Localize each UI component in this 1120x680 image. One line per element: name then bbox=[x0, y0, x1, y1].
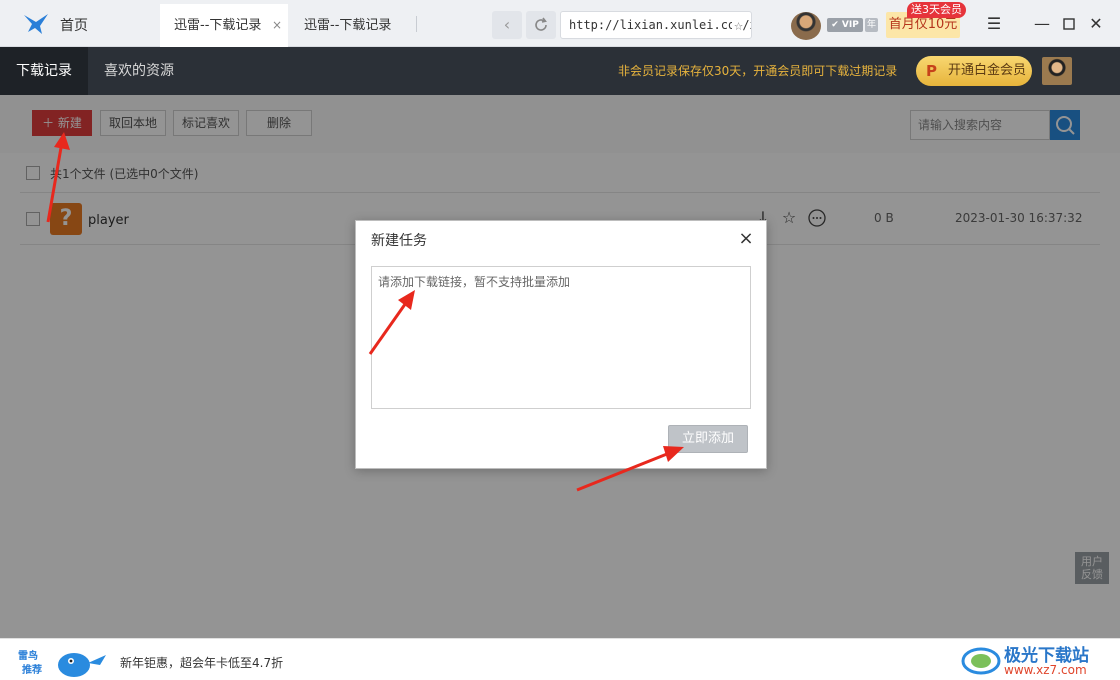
maximize-icon[interactable] bbox=[1057, 12, 1081, 36]
tab-close-icon[interactable]: × bbox=[272, 4, 282, 47]
footer-bar: 雷鸟 推荐 新年钜惠，超会年卡低至4.7折 极光下载站 www.xz7.com bbox=[0, 638, 1120, 680]
open-platinum-vip-button[interactable]: P 开通白金会员 bbox=[916, 56, 1032, 86]
site-watermark: 极光下载站 www.xz7.com bbox=[960, 641, 1110, 679]
member-notice[interactable]: 非会员记录保存仅30天，开通会员即可下载过期记录 bbox=[618, 47, 897, 95]
tab-download-records[interactable]: 下载记录 bbox=[0, 47, 88, 95]
tab-download-records[interactable]: 迅雷--下载记录 bbox=[290, 4, 418, 47]
address-text: http://lixian.xunlei.com/xl9 bbox=[569, 18, 752, 32]
vip-p-icon: P bbox=[926, 62, 937, 80]
watermark-url: www.xz7.com bbox=[1004, 663, 1087, 677]
avatar[interactable] bbox=[1042, 57, 1072, 85]
footer-promo-text[interactable]: 新年钜惠，超会年卡低至4.7折 bbox=[120, 654, 283, 671]
back-icon[interactable]: ‹ bbox=[492, 11, 522, 39]
vip-badge: ✔ VIP bbox=[827, 18, 863, 32]
tab-label: 迅雷--下载记录 bbox=[304, 18, 392, 33]
dialog-close-icon[interactable]: × bbox=[736, 229, 756, 249]
tab-label: 迅雷--下载记录 bbox=[174, 18, 262, 33]
svg-text:推荐: 推荐 bbox=[22, 663, 42, 676]
xunlei-bird-icon[interactable] bbox=[22, 12, 50, 36]
download-link-input[interactable] bbox=[371, 266, 751, 409]
tab-favorite-resources[interactable]: 喜欢的资源 bbox=[104, 47, 174, 95]
refresh-icon[interactable] bbox=[526, 11, 556, 39]
svg-text:雷鸟: 雷鸟 bbox=[18, 649, 38, 662]
add-now-button[interactable]: 立即添加 bbox=[668, 425, 748, 453]
new-task-dialog: 新建任务 × 立即添加 bbox=[355, 220, 767, 469]
page-header: 下载记录 喜欢的资源 非会员记录保存仅30天，开通会员即可下载过期记录 P 开通… bbox=[0, 47, 1120, 95]
dialog-title: 新建任务 bbox=[371, 233, 427, 249]
tab-divider bbox=[416, 16, 417, 32]
leiniao-mascot-icon[interactable]: 雷鸟 推荐 bbox=[16, 645, 108, 679]
home-tab-label[interactable]: 首页 bbox=[60, 15, 88, 35]
vip-button-label: 开通白金会员 bbox=[948, 63, 1027, 78]
tab-download-records-active[interactable]: 迅雷--下载记录 × bbox=[160, 4, 288, 47]
user-avatar[interactable] bbox=[791, 12, 821, 40]
address-bar[interactable]: http://lixian.xunlei.com/xl9 ☆ bbox=[560, 11, 752, 39]
menu-icon[interactable]: ☰ bbox=[982, 12, 1006, 36]
minimize-icon[interactable]: — bbox=[1030, 12, 1054, 36]
promo-tag-badge: 送3天会员 bbox=[907, 2, 966, 18]
year-badge: 年 bbox=[865, 18, 878, 32]
watermark-logo-icon bbox=[961, 647, 1001, 675]
bookmark-star-icon[interactable]: ☆ bbox=[731, 12, 743, 38]
title-bar: 首页 迅雷--下载记录 × 迅雷--下载记录 ‹ http://lixian.x… bbox=[0, 0, 1120, 47]
close-icon[interactable]: ✕ bbox=[1084, 12, 1108, 36]
